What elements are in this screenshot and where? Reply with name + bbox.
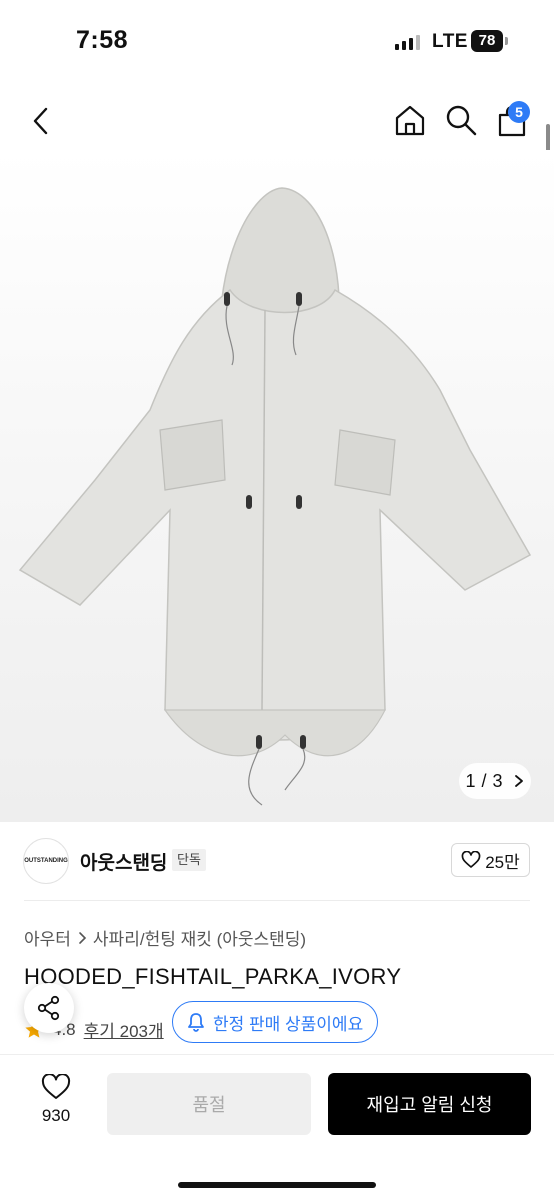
product-image <box>18 187 532 806</box>
bell-icon <box>188 1013 204 1032</box>
breadcrumb: 아우터 사파리/헌팅 재킷 (아웃스탠딩) <box>24 925 306 950</box>
home-indicator <box>178 1182 376 1188</box>
divider <box>24 900 530 901</box>
product-image-gallery[interactable] <box>0 150 554 822</box>
search-button[interactable] <box>444 103 478 137</box>
wishlist-count: 930 <box>41 1106 71 1125</box>
brand-name[interactable]: 아웃스탠딩 <box>80 848 167 875</box>
battery-tip <box>505 37 508 45</box>
search-icon <box>446 105 477 136</box>
share-button[interactable] <box>24 983 74 1033</box>
limited-sale-label: 한정 판매 상품이에요 <box>213 1014 364 1034</box>
pager-separator: / <box>481 770 487 791</box>
back-button[interactable] <box>26 104 56 138</box>
battery-icon: 78 <box>471 30 503 52</box>
pager-current: 1 <box>465 770 476 791</box>
soldout-button: 품절 <box>107 1073 311 1135</box>
restock-alert-button[interactable]: 재입고 알림 신청 <box>328 1073 531 1135</box>
limited-sale-pill[interactable]: 한정 판매 상품이에요 <box>172 1001 379 1043</box>
home-icon <box>395 105 425 136</box>
heart-icon <box>41 1074 71 1099</box>
product-title: HOODED_FISHTAIL_PARKA_IVORY <box>24 964 402 989</box>
brand-like-count: 25만 <box>485 852 520 872</box>
signal-icon <box>395 34 420 50</box>
share-icon <box>37 995 60 1021</box>
chevron-left-icon <box>33 107 48 135</box>
status-time: 7:58 <box>76 26 129 54</box>
breadcrumb-category[interactable]: 아우터 <box>24 925 71 950</box>
exclusive-badge: 단독 <box>172 849 206 871</box>
network-type: LTE <box>432 31 468 52</box>
review-link[interactable]: 후기 203개 <box>84 1017 164 1042</box>
wishlist-button[interactable]: 930 <box>30 1074 82 1126</box>
brand-logo-text: OUTSTANDING <box>24 858 68 864</box>
image-pager[interactable]: 1 / 3 <box>459 763 531 799</box>
chevron-right-icon <box>79 931 87 944</box>
brand-like-button[interactable]: 25만 <box>451 843 530 877</box>
brand-logo[interactable]: OUTSTANDING <box>23 838 69 884</box>
home-button[interactable] <box>393 103 427 137</box>
pager-total: 3 <box>492 770 503 791</box>
heart-icon <box>461 851 481 868</box>
cart-count-badge: 5 <box>508 101 530 123</box>
breadcrumb-subcategory[interactable]: 사파리/헌팅 재킷 (아웃스탠딩) <box>93 925 306 950</box>
chevron-right-icon <box>514 775 523 787</box>
